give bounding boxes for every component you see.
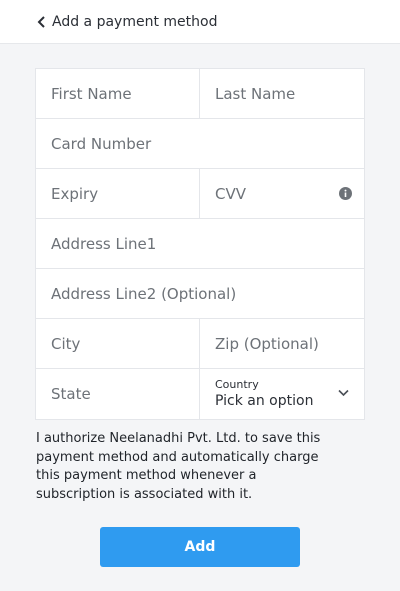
address1-input[interactable] bbox=[51, 234, 364, 253]
cvv-cell bbox=[200, 169, 364, 218]
city-cell bbox=[36, 319, 200, 368]
first-name-cell bbox=[36, 69, 200, 118]
payment-form: Country Pick an option bbox=[35, 68, 365, 420]
first-name-input[interactable] bbox=[51, 84, 199, 103]
card-number-input[interactable] bbox=[51, 134, 364, 153]
city-input[interactable] bbox=[51, 334, 199, 353]
address1-cell bbox=[36, 219, 364, 268]
chevron-down-icon bbox=[338, 389, 349, 397]
address1-row bbox=[36, 219, 364, 269]
address2-cell bbox=[36, 269, 364, 318]
card-number-cell bbox=[36, 119, 364, 168]
address2-input[interactable] bbox=[51, 284, 364, 303]
state-cell bbox=[36, 369, 200, 419]
info-icon[interactable] bbox=[339, 187, 352, 200]
name-row bbox=[36, 69, 364, 119]
expiry-cell bbox=[36, 169, 200, 218]
consent-text: I authorize Neelanadhi Pvt. Ltd. to save… bbox=[36, 431, 321, 502]
last-name-input[interactable] bbox=[215, 84, 364, 103]
country-label: Country bbox=[215, 378, 259, 391]
state-input[interactable] bbox=[51, 385, 199, 403]
expiry-input[interactable] bbox=[51, 184, 199, 203]
page-title: Add a payment method bbox=[52, 13, 218, 30]
expiry-cvv-row bbox=[36, 169, 364, 219]
add-button[interactable]: Add bbox=[100, 527, 300, 567]
last-name-cell bbox=[200, 69, 364, 118]
country-value: Pick an option bbox=[215, 393, 314, 409]
country-select[interactable]: Country Pick an option bbox=[200, 369, 364, 419]
state-country-row: Country Pick an option bbox=[36, 369, 364, 419]
chevron-left-icon bbox=[37, 15, 45, 28]
header: Add a payment method bbox=[0, 0, 400, 44]
zip-input[interactable] bbox=[215, 334, 364, 353]
back-button[interactable]: Add a payment method bbox=[0, 0, 217, 44]
city-zip-row bbox=[36, 319, 364, 369]
address2-row bbox=[36, 269, 364, 319]
card-number-row bbox=[36, 119, 364, 169]
zip-cell bbox=[200, 319, 364, 368]
